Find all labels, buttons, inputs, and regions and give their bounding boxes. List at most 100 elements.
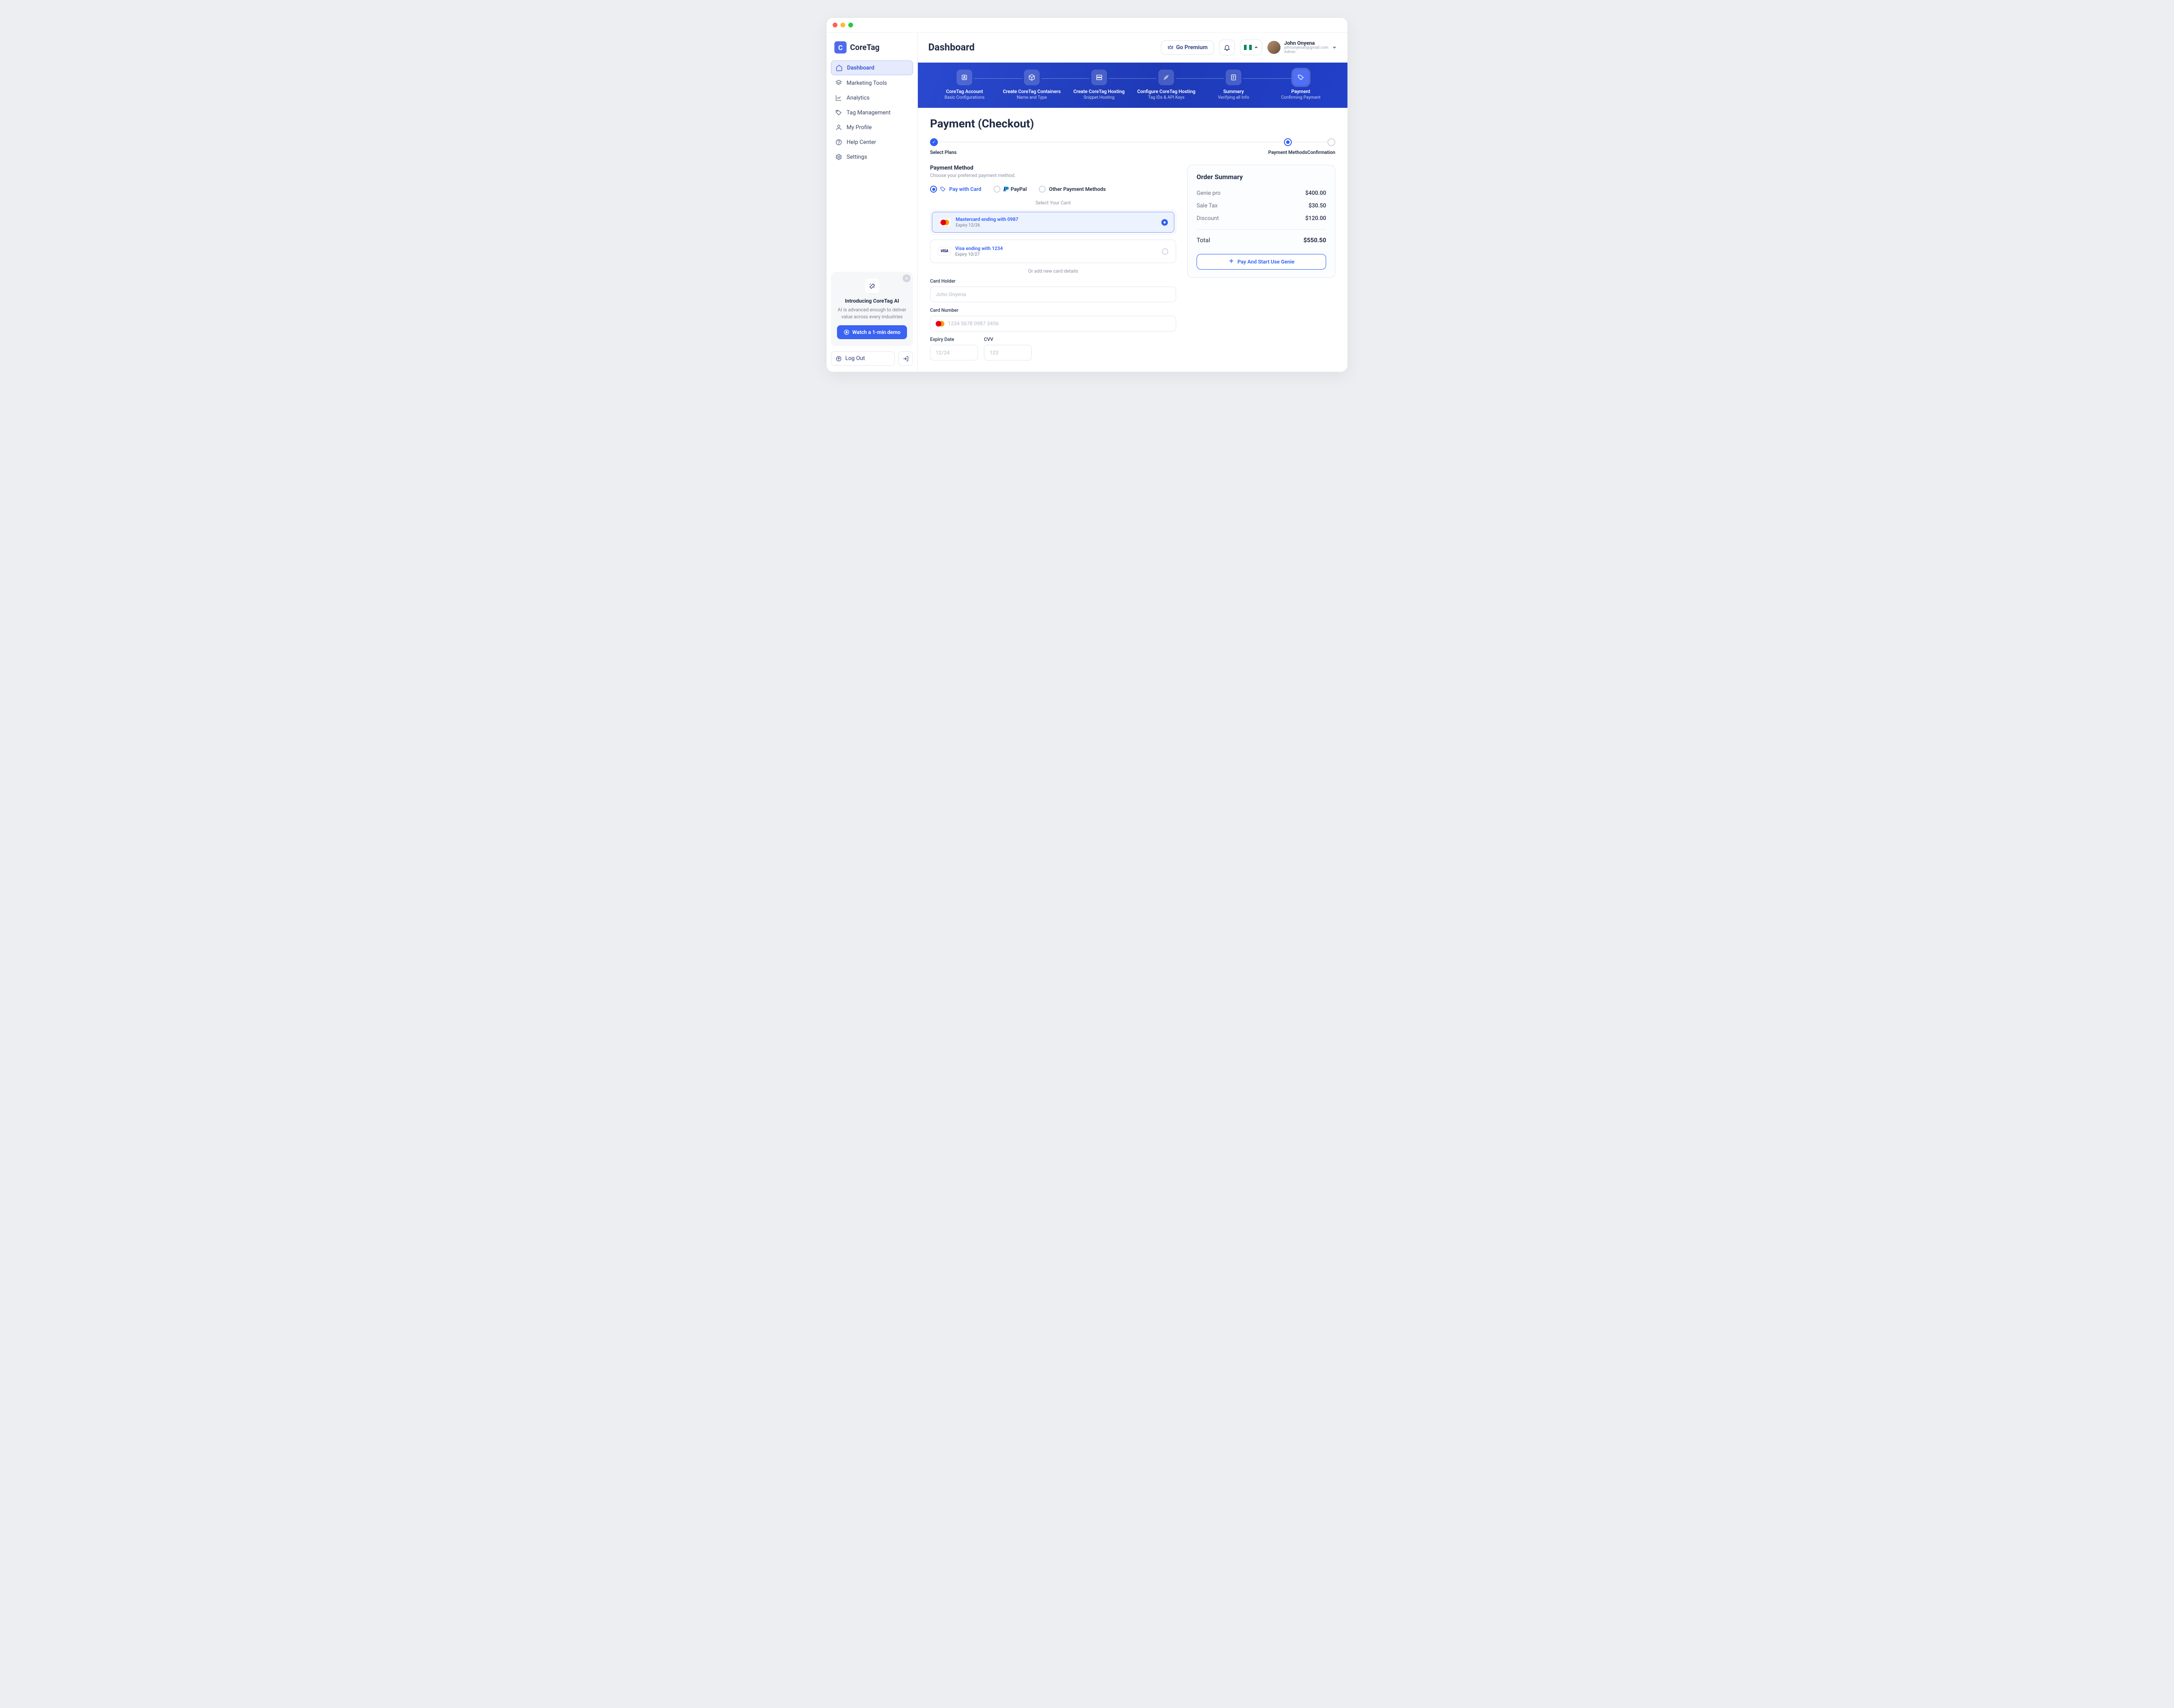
divider	[1197, 229, 1326, 230]
promo-cta-label: Watch a 1-min demo	[852, 329, 900, 335]
step-account[interactable]: CoreTag Account Basic Configurations	[931, 70, 998, 100]
option-label: Other Payment Methods	[1049, 186, 1106, 192]
sidebar-nav: Dashboard Marketing Tools Analytics Tag …	[831, 60, 913, 164]
radio-indicator	[930, 186, 937, 193]
order-summary: Order Summary Genie pro $400.00 Sale Tax…	[1187, 165, 1335, 278]
window-close-dot[interactable]	[833, 23, 837, 27]
expiry-label: Expiry Date	[930, 337, 978, 342]
header: Dashboard Go Premium	[918, 33, 1347, 63]
summary-total-row: Total $550.50	[1197, 234, 1326, 247]
select-card-label: Select Your Card	[930, 200, 1176, 206]
sidebar-item-profile[interactable]: My Profile	[831, 120, 913, 134]
card-selected-indicator	[1161, 219, 1168, 226]
promo-close-button[interactable]: ✕	[903, 274, 910, 282]
promo-card: ✕ Introducing CoreTag AI AI is advanced …	[831, 272, 913, 346]
window-minimize-dot[interactable]	[840, 23, 845, 27]
total-value: $550.50	[1304, 237, 1326, 244]
box-icon	[1028, 74, 1035, 81]
pay-button[interactable]: Pay And Start Use Genie	[1197, 254, 1326, 270]
nigeria-flag-icon	[1244, 45, 1252, 50]
sidebar-item-analytics[interactable]: Analytics	[831, 91, 913, 105]
saved-card-mastercard[interactable]: Mastercard ending with 0987 Expiry 12/26	[930, 210, 1176, 234]
summary-row: Genie pro $400.00	[1197, 187, 1326, 200]
progress-step-methods: Payment Methods	[1268, 138, 1307, 155]
step-title: Summary	[1223, 89, 1244, 94]
card-tag-icon	[940, 186, 946, 192]
radio-indicator	[1039, 186, 1046, 193]
progress-label: Select Plans	[930, 150, 957, 155]
notifications-button[interactable]	[1219, 40, 1235, 55]
language-selector[interactable]	[1240, 40, 1262, 55]
sidebar-item-label: Tag Management	[847, 110, 890, 116]
arrow-up-circle-icon	[836, 356, 842, 362]
exit-icon-button[interactable]	[898, 351, 913, 366]
chart-icon	[835, 94, 842, 101]
brand[interactable]: C CoreTag	[831, 39, 913, 60]
card-number-label: Card Number	[930, 307, 1176, 313]
go-premium-button[interactable]: Go Premium	[1161, 40, 1214, 55]
sidebar-item-help[interactable]: Help Center	[831, 135, 913, 149]
step-summary[interactable]: Summary Verifying all Info	[1200, 70, 1267, 100]
cvv-input[interactable]	[990, 350, 1057, 356]
card-holder-label: Card Holder	[930, 278, 1176, 284]
card-number-input[interactable]	[948, 320, 1170, 327]
card-selected-indicator	[1162, 248, 1168, 255]
sidebar-item-label: Dashboard	[847, 65, 874, 71]
step-configure[interactable]: Configure CoreTag Hosting Tag IDs & API …	[1133, 70, 1200, 100]
summary-key: Genie pro	[1197, 190, 1220, 197]
step-title: Create CoreTag Hosting	[1074, 89, 1125, 94]
chevron-up-icon	[1254, 45, 1258, 50]
promo-demo-button[interactable]: Watch a 1-min demo	[837, 325, 907, 339]
layers-icon	[835, 80, 842, 87]
card-expiry: Expiry 10/27	[955, 252, 1157, 257]
saved-card-visa[interactable]: VISA Visa ending with 1234 Expiry 10/27	[930, 240, 1176, 263]
option-paypal[interactable]: P PayPal	[994, 185, 1027, 193]
brand-name: CoreTag	[850, 43, 880, 52]
card-holder-input[interactable]	[936, 291, 1170, 297]
mastercard-icon	[936, 321, 944, 327]
sidebar-item-marketing[interactable]: Marketing Tools	[831, 76, 913, 90]
tools-icon	[1163, 74, 1170, 81]
progress-label: Payment Methods	[1268, 150, 1307, 155]
tag-icon	[835, 109, 842, 116]
step-subtitle: Snippet Hosting	[1084, 95, 1114, 100]
pay-button-label: Pay And Start Use Genie	[1237, 259, 1294, 265]
step-containers[interactable]: Create CoreTag Containers Name and Type	[998, 70, 1066, 100]
step-hosting[interactable]: Create CoreTag Hosting Snippet Hosting	[1065, 70, 1133, 100]
user-menu[interactable]: John Onyena johnonyena0@gmail.com Admin	[1267, 40, 1337, 55]
progress-dot-done: ✓	[930, 138, 938, 146]
summary-value: $120.00	[1305, 215, 1326, 222]
step-subtitle: Basic Configurations	[944, 95, 984, 100]
option-pay-with-card[interactable]: Pay with Card	[930, 185, 981, 193]
card-expiry: Expiry 12/26	[956, 223, 1157, 228]
logout-button[interactable]: Log Out	[831, 351, 895, 366]
promo-title: Introducing CoreTag AI	[837, 298, 907, 304]
sidebar-item-label: Analytics	[847, 95, 870, 101]
avatar	[1267, 41, 1280, 54]
summary-title: Order Summary	[1197, 173, 1326, 181]
checkout-progress: ✓ Select Plans Payment Methods Confirmat…	[930, 138, 1335, 155]
sidebar-item-tag-management[interactable]: Tag Management	[831, 106, 913, 120]
step-payment[interactable]: Payment Confirming Payment	[1267, 70, 1334, 100]
summary-value: $30.50	[1308, 203, 1326, 209]
option-label: PayPal	[1010, 186, 1027, 192]
option-other[interactable]: Other Payment Methods	[1039, 185, 1106, 193]
summary-key: Discount	[1197, 215, 1219, 222]
card-name: Mastercard ending with 0987	[956, 217, 1157, 222]
step-title: CoreTag Account	[946, 89, 983, 94]
sparkle-icon	[1228, 259, 1234, 265]
step-title: Configure CoreTag Hosting	[1137, 89, 1195, 94]
sidebar-item-label: My Profile	[847, 124, 872, 131]
crown-icon	[1167, 44, 1174, 50]
progress-dot-current	[1284, 138, 1292, 146]
content-area: Payment (Checkout) ✓ Select Plans Paymen…	[918, 108, 1347, 372]
sidebar: C CoreTag Dashboard Marketing Tools Anal…	[827, 33, 918, 372]
window-zoom-dot[interactable]	[848, 23, 853, 27]
sidebar-item-label: Settings	[847, 154, 867, 160]
main-panel: Dashboard Go Premium	[918, 33, 1347, 372]
sidebar-item-dashboard[interactable]: Dashboard	[831, 60, 913, 75]
user-icon	[835, 124, 842, 131]
payment-method-sub: Choose your preferred payment method.	[930, 173, 1176, 178]
app-window: C CoreTag Dashboard Marketing Tools Anal…	[826, 17, 1348, 372]
sidebar-item-settings[interactable]: Settings	[831, 150, 913, 164]
